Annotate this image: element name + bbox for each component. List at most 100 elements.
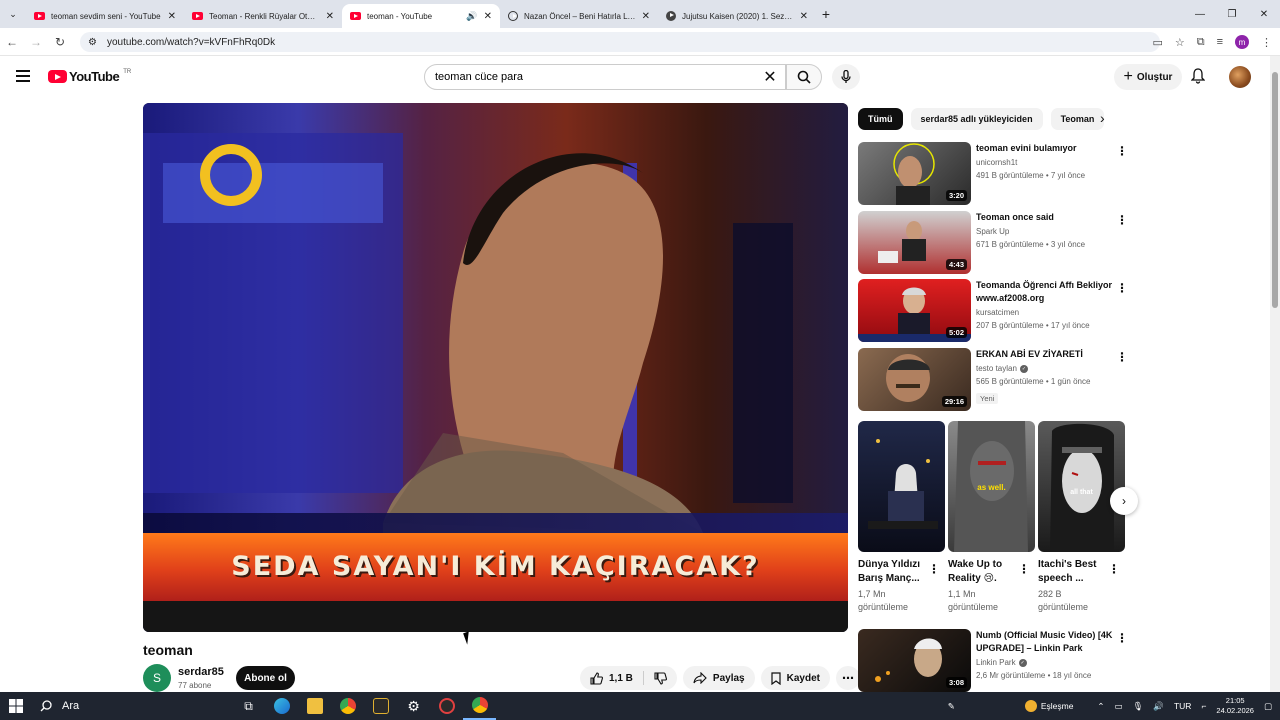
- recommendation-item[interactable]: 4:43 Teoman once said Spark Up 671 B gör…: [858, 211, 1128, 274]
- tab-4[interactable]: Nazan Öncel – Beni Hatırla Lyric ✕: [500, 4, 658, 28]
- channel-name[interactable]: testo taylan ✓: [976, 364, 1028, 373]
- chevron-right-icon[interactable]: ›: [1100, 110, 1105, 126]
- app-icon[interactable]: [364, 692, 397, 720]
- youtube-logo[interactable]: YouTube TR: [48, 69, 131, 84]
- pen-icon[interactable]: ✎: [948, 701, 955, 712]
- tab-search-icon[interactable]: ⌄: [0, 9, 26, 20]
- recorder-icon[interactable]: [430, 692, 463, 720]
- video-title[interactable]: ERKAN ABİ EV ZİYARETİ: [976, 348, 1114, 361]
- recommendation-item[interactable]: 5:02 Teomanda Öğrenci Affı Bekliyor www.…: [858, 279, 1128, 342]
- channel-name[interactable]: serdar85: [178, 666, 224, 678]
- subscribe-button[interactable]: Abone ol: [236, 666, 295, 690]
- hamburger-menu-icon[interactable]: [16, 70, 30, 82]
- media-icon[interactable]: ≡: [1217, 36, 1223, 48]
- short-thumbnail[interactable]: as well.: [948, 421, 1035, 552]
- close-icon[interactable]: ✕: [484, 11, 492, 22]
- search-button[interactable]: [786, 64, 822, 90]
- save-button[interactable]: Kaydet: [760, 666, 830, 690]
- microphone-tray-icon[interactable]: 🎙: [1133, 701, 1144, 712]
- close-icon[interactable]: ✕: [642, 11, 650, 22]
- channel-name[interactable]: unicornsh1t: [976, 158, 1017, 167]
- tab-2[interactable]: Teoman - Renkli Rüyalar Oteli (O ✕: [184, 4, 342, 28]
- volume-icon[interactable]: 🔊: [1153, 701, 1164, 712]
- scrollbar-thumb[interactable]: [1272, 72, 1278, 308]
- short-thumbnail[interactable]: all that: [1038, 421, 1125, 552]
- speaker-icon[interactable]: 🔊: [466, 11, 477, 22]
- clear-search-icon[interactable]: ✕: [755, 67, 785, 87]
- new-tab-button[interactable]: +: [816, 6, 836, 22]
- video-thumbnail[interactable]: 5:02: [858, 279, 971, 342]
- language-indicator[interactable]: TUR: [1174, 701, 1191, 711]
- more-options-icon[interactable]: ⋮: [1116, 144, 1128, 158]
- channel-name[interactable]: Linkin Park ✓: [976, 658, 1027, 667]
- chrome-icon[interactable]: [331, 692, 364, 720]
- like-button[interactable]: 1,1 B: [580, 666, 643, 690]
- weather-widget[interactable]: Eşleşme: [1024, 700, 1073, 712]
- share-button[interactable]: Paylaş: [682, 666, 755, 690]
- short-item[interactable]: as well. Wake Up to Reality 😢. 1,1 Mn gö…: [948, 421, 1035, 614]
- profile-avatar[interactable]: m: [1235, 35, 1249, 49]
- minimize-icon[interactable]: —: [1184, 0, 1216, 28]
- tab-3-active[interactable]: teoman - YouTube 🔊 ✕: [342, 4, 500, 28]
- chip-teoman[interactable]: Teoman: [1050, 108, 1105, 130]
- short-thumbnail[interactable]: [858, 421, 945, 552]
- site-info-icon[interactable]: ⚙: [88, 37, 97, 48]
- short-title[interactable]: Itachi's Best speech ...: [1038, 558, 1112, 586]
- close-icon[interactable]: ✕: [800, 11, 808, 22]
- video-thumbnail[interactable]: 4:43: [858, 211, 971, 274]
- extensions-icon[interactable]: ⧉: [1197, 36, 1205, 49]
- tab-1[interactable]: teoman sevdim seni - YouTube ✕: [26, 4, 184, 28]
- chip-uploader[interactable]: serdar85 adlı yükleyiciden: [910, 108, 1043, 130]
- chip-all[interactable]: Tümü: [858, 108, 903, 130]
- menu-kebab-icon[interactable]: ⋮: [1261, 36, 1272, 49]
- chrome-active-icon[interactable]: [463, 692, 496, 720]
- page-scrollbar[interactable]: [1270, 56, 1280, 692]
- more-actions-button[interactable]: ⋯: [835, 666, 860, 690]
- video-thumbnail[interactable]: 29:16: [858, 348, 971, 411]
- close-icon[interactable]: ✕: [326, 11, 334, 22]
- video-player[interactable]: SEDA SAYAN'I KİM KAÇIRACAK?: [143, 103, 848, 632]
- network-icon[interactable]: ▭: [1115, 701, 1123, 712]
- edge-icon[interactable]: [265, 692, 298, 720]
- voice-search-button[interactable]: [832, 64, 860, 90]
- video-title[interactable]: Teomanda Öğrenci Affı Bekliyor www.af200…: [976, 279, 1114, 305]
- video-thumbnail[interactable]: 3:20: [858, 142, 971, 205]
- chevron-up-icon[interactable]: ⌃: [1097, 701, 1104, 712]
- recommendation-item[interactable]: 3:20 teoman evini bulamıyor unicornsh1t …: [858, 142, 1128, 205]
- tab-5[interactable]: Jujutsu Kaisen (2020) 1. Sezon 4 ✕: [658, 4, 816, 28]
- windows-start-icon[interactable]: [0, 692, 32, 720]
- close-icon[interactable]: ✕: [168, 11, 176, 22]
- restore-icon[interactable]: ❐: [1216, 0, 1248, 28]
- video-title[interactable]: Teoman once said: [976, 211, 1114, 224]
- channel-name[interactable]: kursatcimen: [976, 308, 1019, 317]
- forward-icon[interactable]: →: [24, 35, 48, 49]
- recommendation-item[interactable]: 29:16 ERKAN ABİ EV ZİYARETİ testo taylan…: [858, 348, 1128, 411]
- reload-icon[interactable]: ↻: [48, 35, 72, 49]
- short-title[interactable]: Wake Up to Reality 😢.: [948, 558, 1022, 586]
- more-options-icon[interactable]: ⋮: [928, 562, 940, 576]
- video-title[interactable]: teoman evini bulamıyor: [976, 142, 1114, 155]
- notification-icon[interactable]: ▢: [1264, 701, 1272, 712]
- channel-avatar[interactable]: S: [143, 664, 171, 692]
- more-options-icon[interactable]: ⋮: [1018, 562, 1030, 576]
- shorts-next-chevron-icon[interactable]: ›: [1110, 487, 1138, 515]
- dislike-button[interactable]: [644, 666, 677, 690]
- settings-gear-icon[interactable]: ⚙: [397, 692, 430, 720]
- more-options-icon[interactable]: ⋮: [1116, 631, 1128, 645]
- search-input[interactable]: [435, 71, 755, 83]
- network-wifi-icon[interactable]: ⌐: [1201, 701, 1206, 711]
- close-window-icon[interactable]: ✕: [1248, 0, 1280, 28]
- more-options-icon[interactable]: ⋮: [1116, 281, 1128, 295]
- short-item[interactable]: Dünya Yıldızı Barış Manç... 1,7 Mn görün…: [858, 421, 945, 614]
- more-options-icon[interactable]: ⋮: [1116, 213, 1128, 227]
- create-button[interactable]: + Oluştur: [1114, 64, 1182, 90]
- more-options-icon[interactable]: ⋮: [1108, 562, 1120, 576]
- short-title[interactable]: Dünya Yıldızı Barış Manç...: [858, 558, 932, 586]
- channel-name[interactable]: Spark Up: [976, 227, 1009, 236]
- url-field[interactable]: ⚙ youtube.com/watch?v=kVFnFhRq0Dk: [80, 32, 1160, 52]
- notifications-bell-icon[interactable]: [1190, 68, 1206, 89]
- cast-icon[interactable]: ▭: [1152, 36, 1162, 49]
- file-explorer-icon[interactable]: [298, 692, 331, 720]
- back-icon[interactable]: ←: [0, 35, 24, 49]
- video-title[interactable]: Numb (Official Music Video) [4K UPGRADE]…: [976, 629, 1114, 655]
